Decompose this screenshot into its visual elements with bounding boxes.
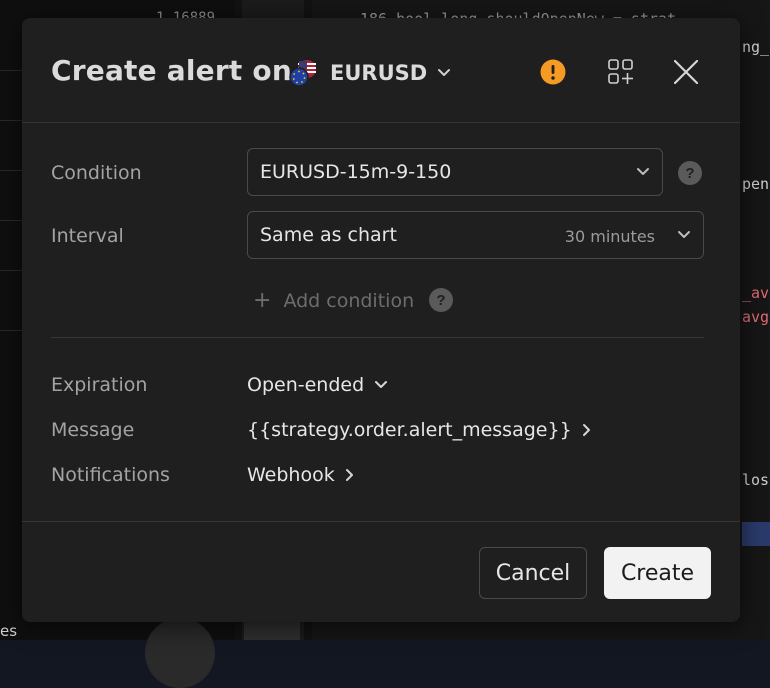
create-alert-dialog: Create alert on EURUSD Condition EURUSD-… bbox=[22, 18, 740, 622]
add-condition-button[interactable]: + Add condition bbox=[253, 288, 414, 313]
expiration-label: Expiration bbox=[51, 374, 148, 396]
symbol-selector[interactable]: EURUSD bbox=[289, 56, 451, 90]
interval-select[interactable]: Same as chart 30 minutes bbox=[247, 211, 704, 259]
left-text: es bbox=[0, 622, 18, 640]
interval-label: Interval bbox=[51, 225, 124, 247]
selected-line-highlight bbox=[742, 522, 770, 546]
svg-text:?: ? bbox=[436, 292, 445, 309]
notifications-value: Webhook bbox=[247, 464, 335, 486]
eurusd-flag-icon bbox=[289, 59, 317, 87]
condition-value: EURUSD-15m-9-150 bbox=[260, 161, 452, 183]
footer-divider bbox=[22, 521, 740, 522]
chevron-right-icon bbox=[582, 424, 590, 436]
warning-icon[interactable] bbox=[540, 59, 566, 85]
notifications-link[interactable]: Webhook bbox=[247, 464, 355, 486]
create-button[interactable]: Create bbox=[604, 547, 711, 599]
svg-text:?: ? bbox=[685, 165, 694, 182]
dialog-header: Create alert on EURUSD bbox=[22, 18, 740, 122]
question-icon[interactable]: ? bbox=[678, 161, 702, 185]
message-label: Message bbox=[51, 419, 135, 441]
message-editor-link[interactable]: {{strategy.order.alert_message}} bbox=[247, 419, 592, 441]
add-chart-icon[interactable] bbox=[607, 58, 635, 86]
cancel-button[interactable]: Cancel bbox=[479, 547, 587, 599]
add-condition-label: Add condition bbox=[283, 289, 415, 312]
round-button[interactable] bbox=[145, 618, 215, 688]
condition-label: Condition bbox=[51, 162, 142, 184]
expiration-selector[interactable]: Open-ended bbox=[247, 374, 388, 396]
notifications-label: Notifications bbox=[51, 464, 170, 486]
code-line: ng_ bbox=[742, 38, 770, 56]
chevron-down-icon bbox=[375, 381, 388, 388]
code-line: _av bbox=[742, 284, 770, 302]
expiration-value: Open-ended bbox=[247, 374, 365, 396]
chevron-right-icon bbox=[345, 469, 353, 481]
code-line: avg bbox=[742, 308, 770, 326]
chevron-down-icon bbox=[637, 168, 649, 175]
interval-sub-value: 30 minutes bbox=[564, 227, 655, 246]
section-divider bbox=[51, 337, 704, 338]
condition-select[interactable]: EURUSD-15m-9-150 bbox=[247, 148, 663, 196]
chevron-down-icon bbox=[678, 231, 690, 238]
code-line: pen bbox=[742, 175, 770, 193]
plus-icon: + bbox=[253, 288, 272, 313]
code-line: los bbox=[742, 471, 770, 489]
dialog-title: Create alert on bbox=[51, 54, 292, 87]
question-icon[interactable]: ? bbox=[429, 288, 453, 312]
close-icon[interactable] bbox=[673, 59, 699, 85]
message-value: {{strategy.order.alert_message}} bbox=[247, 419, 572, 441]
interval-value: Same as chart bbox=[260, 224, 397, 246]
chevron-down-icon bbox=[438, 69, 451, 76]
header-divider bbox=[22, 122, 740, 123]
symbol-label: EURUSD bbox=[330, 61, 428, 85]
